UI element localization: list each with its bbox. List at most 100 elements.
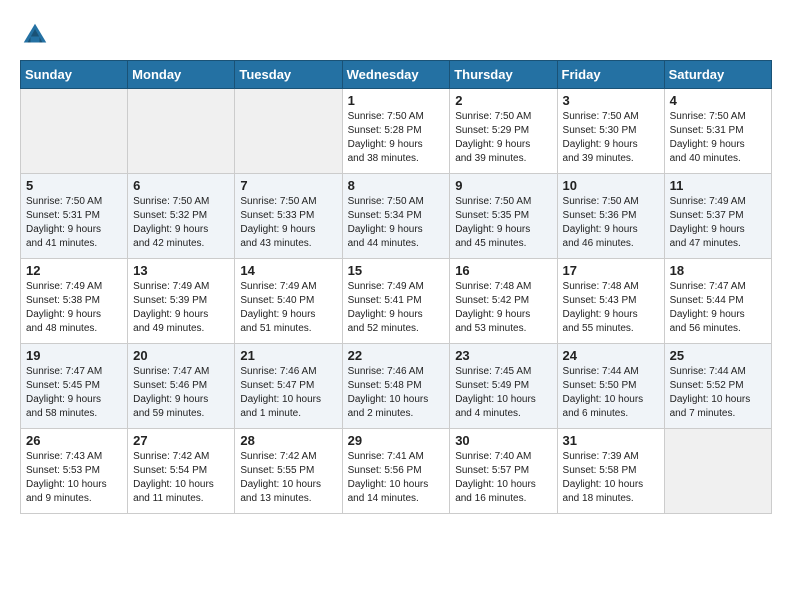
day-number: 22	[348, 348, 445, 363]
day-info: Sunrise: 7:50 AM Sunset: 5:31 PM Dayligh…	[670, 110, 766, 166]
day-number: 19	[26, 348, 122, 363]
calendar-cell: 28 Sunrise: 7:42 AM Sunset: 5:55 PM Dayli…	[235, 429, 342, 514]
calendar-cell: 6 Sunrise: 7:50 AM Sunset: 5:32 PM Daylig…	[128, 174, 235, 259]
day-info: Sunrise: 7:49 AM Sunset: 5:39 PM Dayligh…	[133, 280, 229, 336]
calendar-cell: 15Sunrise: 7:49 AM Sunset: 5:41 PM Dayli…	[342, 259, 450, 344]
calendar-cell: 31 Sunrise: 7:39 AM Sunset: 5:58 PM Dayli…	[557, 429, 664, 514]
calendar-cell: 5 Sunrise: 7:50 AM Sunset: 5:31 PM Daylig…	[21, 174, 128, 259]
day-info: Sunrise: 7:50 AM Sunset: 5:31 PM Dayligh…	[26, 195, 122, 251]
day-number: 2	[455, 93, 551, 108]
day-info: Sunrise: 7:50 AM Sunset: 5:34 PM Dayligh…	[348, 195, 445, 251]
calendar-cell: 7 Sunrise: 7:50 AM Sunset: 5:33 PM Daylig…	[235, 174, 342, 259]
calendar-cell	[664, 429, 771, 514]
calendar-cell: 11Sunrise: 7:49 AM Sunset: 5:37 PM Dayli…	[664, 174, 771, 259]
day-number: 21	[240, 348, 336, 363]
calendar-cell: 24 Sunrise: 7:44 AM Sunset: 5:50 PM Dayli…	[557, 344, 664, 429]
day-info: Sunrise: 7:46 AM Sunset: 5:48 PM Dayligh…	[348, 365, 445, 421]
day-info: Sunrise: 7:42 AM Sunset: 5:55 PM Dayligh…	[240, 450, 336, 506]
calendar-cell	[21, 89, 128, 174]
day-number: 26	[26, 433, 122, 448]
day-info: Sunrise: 7:48 AM Sunset: 5:42 PM Dayligh…	[455, 280, 551, 336]
day-info: Sunrise: 7:48 AM Sunset: 5:43 PM Dayligh…	[563, 280, 659, 336]
day-number: 25	[670, 348, 766, 363]
calendar-cell: 22 Sunrise: 7:46 AM Sunset: 5:48 PM Dayli…	[342, 344, 450, 429]
day-number: 5	[26, 178, 122, 193]
day-number: 6	[133, 178, 229, 193]
day-header-tuesday: Tuesday	[235, 61, 342, 89]
day-header-saturday: Saturday	[664, 61, 771, 89]
day-header-sunday: Sunday	[21, 61, 128, 89]
day-number: 27	[133, 433, 229, 448]
calendar-cell	[128, 89, 235, 174]
calendar-cell: 14 Sunrise: 7:49 AM Sunset: 5:40 PM Dayli…	[235, 259, 342, 344]
day-number: 23	[455, 348, 551, 363]
logo-icon	[20, 20, 50, 50]
calendar-table: SundayMondayTuesdayWednesdayThursdayFrid…	[20, 60, 772, 514]
day-number: 9	[455, 178, 551, 193]
day-info: Sunrise: 7:50 AM Sunset: 5:32 PM Dayligh…	[133, 195, 229, 251]
day-number: 4	[670, 93, 766, 108]
day-number: 8	[348, 178, 445, 193]
calendar-cell: 21Sunrise: 7:46 AM Sunset: 5:47 PM Dayli…	[235, 344, 342, 429]
day-number: 15	[348, 263, 445, 278]
day-info: Sunrise: 7:44 AM Sunset: 5:50 PM Dayligh…	[563, 365, 659, 421]
day-info: Sunrise: 7:40 AM Sunset: 5:57 PM Dayligh…	[455, 450, 551, 506]
day-info: Sunrise: 7:50 AM Sunset: 5:29 PM Dayligh…	[455, 110, 551, 166]
day-info: Sunrise: 7:42 AM Sunset: 5:54 PM Dayligh…	[133, 450, 229, 506]
day-info: Sunrise: 7:47 AM Sunset: 5:44 PM Dayligh…	[670, 280, 766, 336]
day-number: 14	[240, 263, 336, 278]
day-info: Sunrise: 7:49 AM Sunset: 5:40 PM Dayligh…	[240, 280, 336, 336]
calendar-cell: 9 Sunrise: 7:50 AM Sunset: 5:35 PM Daylig…	[450, 174, 557, 259]
day-info: Sunrise: 7:45 AM Sunset: 5:49 PM Dayligh…	[455, 365, 551, 421]
day-number: 12	[26, 263, 122, 278]
day-header-monday: Monday	[128, 61, 235, 89]
day-number: 7	[240, 178, 336, 193]
calendar-cell: 2 Sunrise: 7:50 AM Sunset: 5:29 PM Daylig…	[450, 89, 557, 174]
day-info: Sunrise: 7:50 AM Sunset: 5:30 PM Dayligh…	[563, 110, 659, 166]
day-number: 20	[133, 348, 229, 363]
calendar-cell: 18 Sunrise: 7:47 AM Sunset: 5:44 PM Dayli…	[664, 259, 771, 344]
calendar-cell: 30Sunrise: 7:40 AM Sunset: 5:57 PM Dayli…	[450, 429, 557, 514]
calendar-cell: 12Sunrise: 7:49 AM Sunset: 5:38 PM Dayli…	[21, 259, 128, 344]
day-number: 13	[133, 263, 229, 278]
calendar-cell: 20 Sunrise: 7:47 AM Sunset: 5:46 PM Dayli…	[128, 344, 235, 429]
day-number: 10	[563, 178, 659, 193]
day-header-friday: Friday	[557, 61, 664, 89]
day-number: 1	[348, 93, 445, 108]
day-info: Sunrise: 7:50 AM Sunset: 5:28 PM Dayligh…	[348, 110, 445, 166]
calendar-cell: 25 Sunrise: 7:44 AM Sunset: 5:52 PM Dayli…	[664, 344, 771, 429]
week-row-2: 5 Sunrise: 7:50 AM Sunset: 5:31 PM Daylig…	[21, 174, 772, 259]
day-number: 18	[670, 263, 766, 278]
day-info: Sunrise: 7:43 AM Sunset: 5:53 PM Dayligh…	[26, 450, 122, 506]
calendar-cell: 27 Sunrise: 7:42 AM Sunset: 5:54 PM Dayli…	[128, 429, 235, 514]
calendar-cell	[235, 89, 342, 174]
day-header-thursday: Thursday	[450, 61, 557, 89]
calendar-cell: 1 Sunrise: 7:50 AM Sunset: 5:28 PM Daylig…	[342, 89, 450, 174]
page-header	[20, 20, 772, 50]
day-number: 29	[348, 433, 445, 448]
day-info: Sunrise: 7:47 AM Sunset: 5:45 PM Dayligh…	[26, 365, 122, 421]
week-row-1: 1 Sunrise: 7:50 AM Sunset: 5:28 PM Daylig…	[21, 89, 772, 174]
calendar-cell: 17 Sunrise: 7:48 AM Sunset: 5:43 PM Dayli…	[557, 259, 664, 344]
day-info: Sunrise: 7:50 AM Sunset: 5:33 PM Dayligh…	[240, 195, 336, 251]
day-header-wednesday: Wednesday	[342, 61, 450, 89]
day-info: Sunrise: 7:47 AM Sunset: 5:46 PM Dayligh…	[133, 365, 229, 421]
calendar-cell: 16 Sunrise: 7:48 AM Sunset: 5:42 PM Dayli…	[450, 259, 557, 344]
day-number: 31	[563, 433, 659, 448]
calendar-header-row: SundayMondayTuesdayWednesdayThursdayFrid…	[21, 61, 772, 89]
day-info: Sunrise: 7:50 AM Sunset: 5:36 PM Dayligh…	[563, 195, 659, 251]
day-number: 28	[240, 433, 336, 448]
week-row-4: 19 Sunrise: 7:47 AM Sunset: 5:45 PM Dayli…	[21, 344, 772, 429]
day-info: Sunrise: 7:44 AM Sunset: 5:52 PM Dayligh…	[670, 365, 766, 421]
day-number: 17	[563, 263, 659, 278]
day-info: Sunrise: 7:50 AM Sunset: 5:35 PM Dayligh…	[455, 195, 551, 251]
day-number: 24	[563, 348, 659, 363]
calendar-cell: 29Sunrise: 7:41 AM Sunset: 5:56 PM Dayli…	[342, 429, 450, 514]
calendar-cell: 23 Sunrise: 7:45 AM Sunset: 5:49 PM Dayli…	[450, 344, 557, 429]
day-info: Sunrise: 7:49 AM Sunset: 5:37 PM Dayligh…	[670, 195, 766, 251]
day-info: Sunrise: 7:39 AM Sunset: 5:58 PM Dayligh…	[563, 450, 659, 506]
day-number: 3	[563, 93, 659, 108]
week-row-5: 26 Sunrise: 7:43 AM Sunset: 5:53 PM Dayli…	[21, 429, 772, 514]
day-number: 16	[455, 263, 551, 278]
calendar-cell: 10 Sunrise: 7:50 AM Sunset: 5:36 PM Dayli…	[557, 174, 664, 259]
